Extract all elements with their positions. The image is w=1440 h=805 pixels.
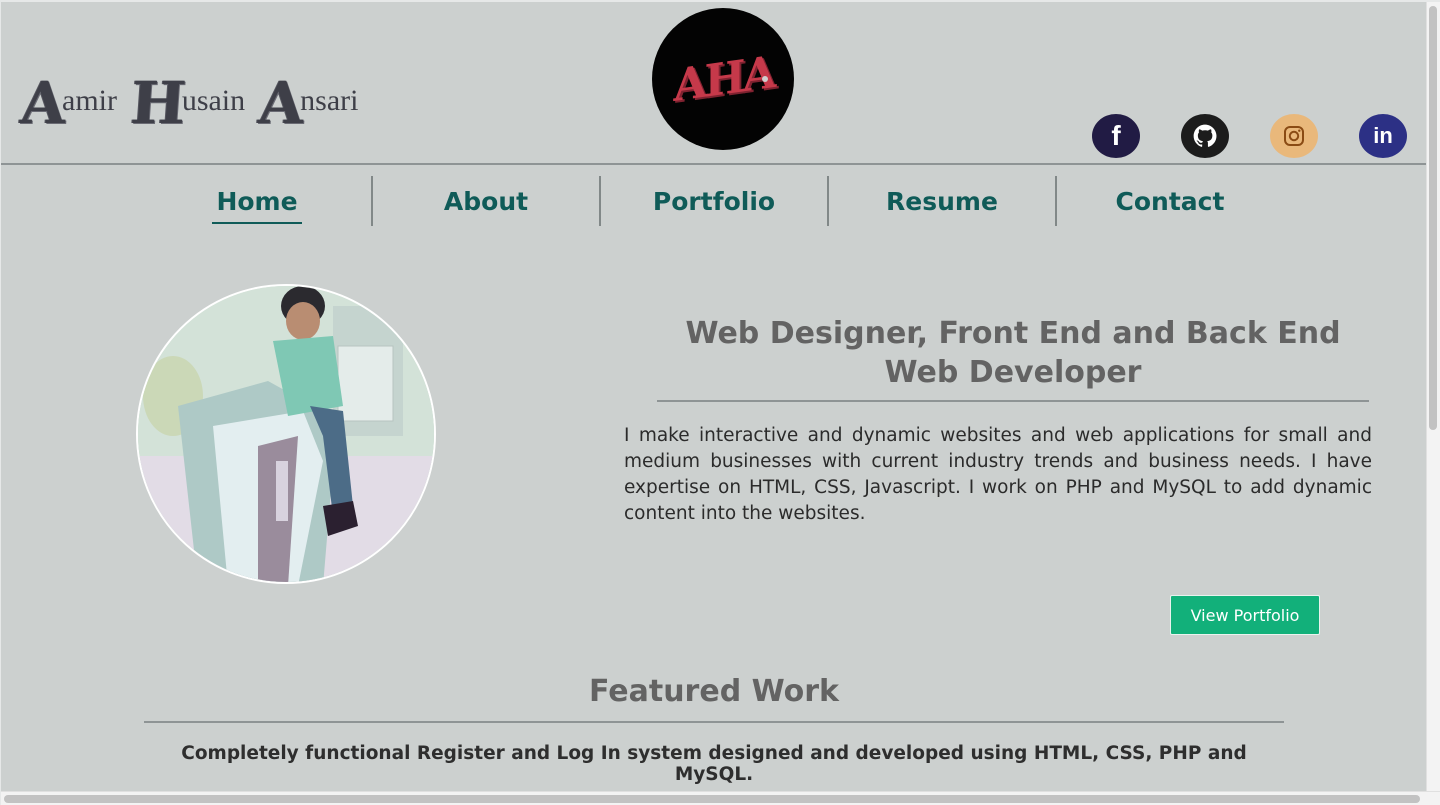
brand-word-rest: amir	[62, 84, 117, 117]
site-logo[interactable]: AHA	[652, 8, 794, 150]
profile-photo-illustration	[138, 286, 434, 582]
nav-item-home[interactable]: Home	[143, 176, 371, 226]
main-nav: Home About Portfolio Resume Contact	[143, 176, 1283, 226]
brand-word: A amir	[18, 69, 117, 137]
facebook-icon[interactable]: f	[1092, 114, 1140, 158]
hero-divider	[657, 400, 1369, 402]
linkedin-glyph: in	[1373, 123, 1393, 148]
featured-work-title: Featured Work	[588, 674, 839, 709]
featured-work-description: Completely functional Register and Log I…	[181, 743, 1247, 785]
github-icon[interactable]	[1181, 114, 1229, 158]
horizontal-scrollbar-thumb[interactable]	[4, 795, 1420, 803]
hero-description: I make interactive and dynamic websites …	[624, 425, 1372, 524]
facebook-glyph: f	[1111, 120, 1121, 151]
horizontal-scrollbar[interactable]	[1, 791, 1440, 805]
nav-item-resume[interactable]: Resume	[827, 176, 1055, 226]
nav-item-label: Portfolio	[652, 186, 776, 216]
instagram-glyph	[1284, 126, 1304, 146]
nav-item-about[interactable]: About	[371, 176, 599, 226]
brand-initial: A	[18, 69, 67, 137]
nav-item-label: Contact	[1115, 186, 1225, 216]
github-glyph	[1193, 124, 1217, 147]
vertical-scrollbar[interactable]	[1426, 2, 1440, 793]
nav-item-label: About	[443, 186, 529, 216]
logo-dot	[762, 76, 768, 82]
brand-word-rest: nsari	[300, 84, 359, 117]
nav-item-label: Resume	[886, 186, 998, 216]
brand-initial: H	[128, 69, 187, 137]
brand-word-rest: usain	[181, 84, 246, 117]
linkedin-icon[interactable]: in	[1359, 114, 1407, 158]
hero-title: Web Designer, Front End and Back End Web…	[685, 316, 1341, 390]
logo-text: AHA	[673, 46, 773, 112]
nav-item-portfolio[interactable]: Portfolio	[599, 176, 827, 226]
brand-word: H usain	[128, 69, 246, 137]
view-portfolio-button[interactable]: View Portfolio	[1170, 595, 1320, 635]
header-divider	[1, 163, 1427, 165]
site-brand[interactable]: A amir H usain A nsari	[18, 68, 372, 137]
instagram-icon[interactable]	[1270, 114, 1318, 158]
nav-item-contact[interactable]: Contact	[1055, 176, 1283, 226]
featured-divider	[144, 721, 1284, 723]
profile-photo	[136, 284, 436, 584]
site-header: A amir H usain A nsari AHA f in	[1, 2, 1427, 164]
vertical-scrollbar-thumb[interactable]	[1429, 6, 1437, 430]
brand-word: A nsari	[256, 69, 359, 137]
nav-item-label: Home	[212, 187, 302, 224]
brand-initial: A	[256, 69, 305, 137]
